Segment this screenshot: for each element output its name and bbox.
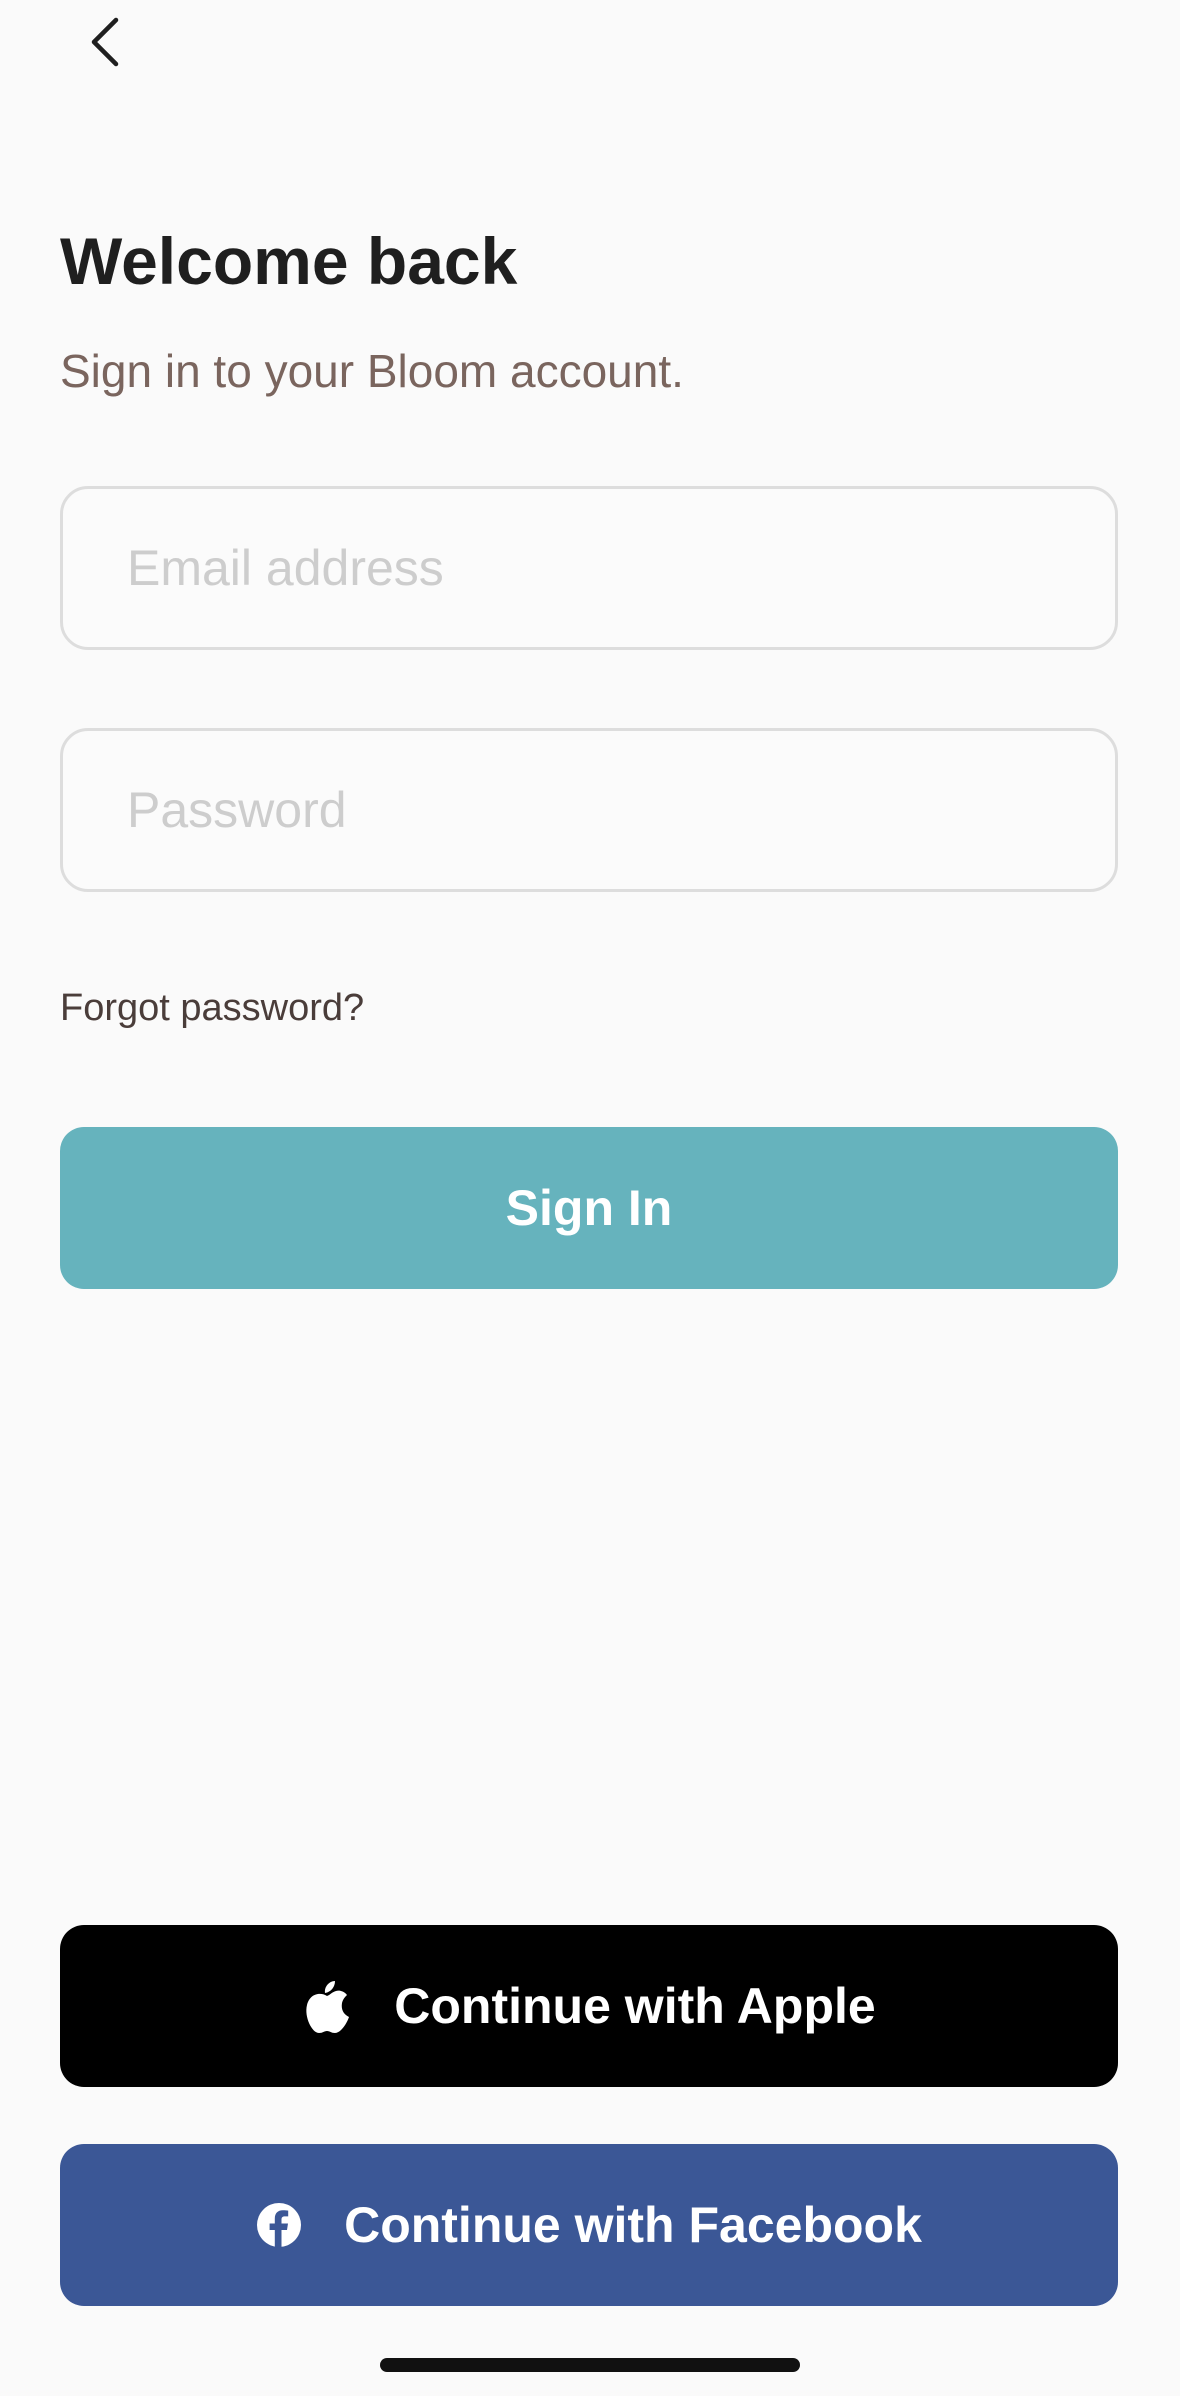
sign-in-label: Sign In bbox=[505, 1180, 673, 1236]
password-field[interactable] bbox=[60, 728, 1118, 892]
facebook-logo-icon bbox=[256, 2202, 302, 2248]
continue-with-apple-button[interactable]: Continue with Apple bbox=[60, 1925, 1118, 2087]
continue-with-facebook-button[interactable]: Continue with Facebook bbox=[60, 2144, 1118, 2306]
back-button[interactable] bbox=[78, 14, 132, 74]
forgot-password-link[interactable]: Forgot password? bbox=[60, 986, 364, 1032]
email-field[interactable] bbox=[60, 486, 1118, 650]
apple-button-label: Continue with Apple bbox=[394, 1978, 876, 2034]
apple-logo-icon bbox=[302, 1977, 352, 2035]
facebook-button-label: Continue with Facebook bbox=[344, 2197, 922, 2253]
home-indicator bbox=[380, 2358, 800, 2372]
page-title: Welcome back bbox=[60, 224, 518, 298]
chevron-left-icon bbox=[88, 16, 122, 73]
sign-in-button[interactable]: Sign In bbox=[60, 1127, 1118, 1289]
page-subtitle: Sign in to your Bloom account. bbox=[60, 345, 684, 397]
